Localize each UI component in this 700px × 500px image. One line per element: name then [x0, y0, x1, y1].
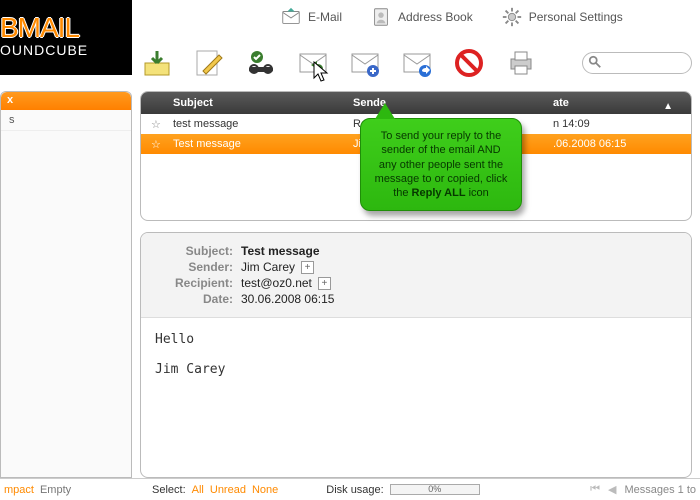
- compose-button[interactable]: [192, 46, 226, 80]
- row-date: .06.2008 06:15: [543, 138, 691, 150]
- preview-recipient: test@oz0.net: [241, 276, 312, 290]
- compose-icon: [193, 47, 225, 79]
- preview-header: Subject: Test message Sender: Jim Carey …: [141, 233, 691, 318]
- select-all[interactable]: All: [192, 484, 204, 496]
- status-bar: mpact Empty Select: All Unread None Disk…: [0, 478, 700, 500]
- reply-all-button[interactable]: [348, 46, 382, 80]
- label-date: Date:: [141, 292, 241, 306]
- preview-pane: Subject: Test message Sender: Jim Carey …: [140, 232, 692, 478]
- forward-icon: [401, 47, 433, 79]
- logo-line2: OUNDCUBE: [0, 42, 88, 58]
- preview-sender: Jim Carey: [241, 260, 295, 274]
- label-sender: Sender:: [141, 260, 241, 274]
- nav-settings[interactable]: Personal Settings: [501, 6, 623, 28]
- reply-all-icon: [349, 47, 381, 79]
- mark-read-icon: [245, 47, 277, 79]
- row-date: n 14:09: [543, 118, 691, 130]
- mail-icon: [280, 6, 302, 28]
- col-date[interactable]: ate ▲: [543, 97, 691, 109]
- select-unread[interactable]: Unread: [210, 484, 246, 496]
- gear-icon: [501, 6, 523, 28]
- empty-link[interactable]: Empty: [40, 484, 71, 496]
- preview-subject: Test message: [241, 244, 320, 258]
- col-sender[interactable]: Sende: [343, 97, 543, 109]
- row-subject: test message: [163, 118, 343, 130]
- add-sender-contact-button[interactable]: +: [301, 261, 314, 274]
- disk-usage-pct: 0%: [391, 484, 479, 494]
- addressbook-icon: [370, 6, 392, 28]
- search-box: [582, 52, 692, 74]
- tutorial-callout: To send your reply to the sender of the …: [360, 118, 522, 211]
- star-icon[interactable]: ☆: [141, 138, 163, 151]
- callout-post: icon: [466, 187, 489, 199]
- top-nav: E-Mail Address Book Personal Settings: [280, 6, 692, 28]
- logo-line1: BMAIL: [0, 17, 79, 39]
- select-none[interactable]: None: [252, 484, 278, 496]
- mark-button[interactable]: [244, 46, 278, 80]
- folder-header: x: [1, 92, 131, 110]
- nav-email-label: E-Mail: [308, 10, 342, 24]
- label-subject: Subject:: [141, 244, 241, 258]
- pager-text: Messages 1 to: [624, 484, 696, 496]
- delete-icon: [453, 47, 485, 79]
- add-recipient-contact-button[interactable]: +: [318, 277, 331, 290]
- preview-date: 30.06.2008 06:15: [241, 292, 334, 306]
- folder-panel: x s: [0, 91, 132, 478]
- print-icon: [505, 47, 537, 79]
- forward-button[interactable]: [400, 46, 434, 80]
- select-label: Select:: [152, 484, 186, 496]
- reply-icon: [297, 47, 329, 79]
- nav-addressbook-label: Address Book: [398, 10, 473, 24]
- preview-body: Hello Jim Carey: [141, 318, 691, 391]
- list-header: Subject Sende ate ▲: [141, 92, 691, 114]
- disk-usage-label: Disk usage:: [326, 484, 383, 496]
- page-first-icon[interactable]: ⏮: [590, 483, 600, 496]
- compact-link[interactable]: mpact: [4, 484, 34, 496]
- page-prev-icon[interactable]: ◀: [608, 483, 616, 496]
- logo: BMAIL OUNDCUBE: [0, 0, 132, 75]
- nav-email[interactable]: E-Mail: [280, 6, 342, 28]
- nav-settings-label: Personal Settings: [529, 10, 623, 24]
- reply-button[interactable]: [296, 46, 330, 80]
- sort-indicator-icon: ▲: [663, 101, 673, 112]
- col-subject[interactable]: Subject: [163, 97, 343, 109]
- inbox-download-icon: [141, 47, 173, 79]
- star-icon[interactable]: ☆: [141, 118, 163, 131]
- check-mail-button[interactable]: [140, 46, 174, 80]
- callout-bold: Reply ALL: [412, 187, 466, 199]
- row-subject: Test message: [163, 138, 343, 150]
- delete-button[interactable]: [452, 46, 486, 80]
- toolbar: [140, 40, 692, 86]
- print-button[interactable]: [504, 46, 538, 80]
- nav-addressbook[interactable]: Address Book: [370, 6, 473, 28]
- folder-item[interactable]: s: [1, 110, 131, 131]
- search-icon: [588, 55, 602, 69]
- label-recipient: Recipient:: [141, 276, 241, 290]
- disk-usage-bar: 0%: [390, 484, 480, 495]
